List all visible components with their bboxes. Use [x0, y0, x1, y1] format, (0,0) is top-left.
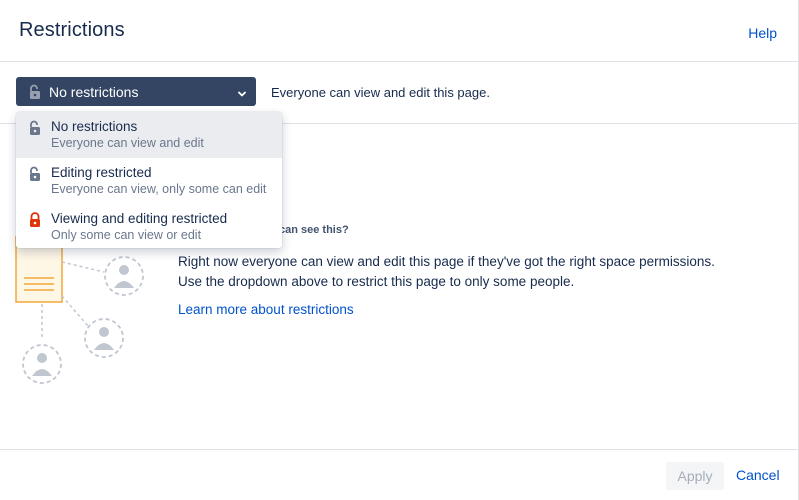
restriction-description: Everyone can view and edit this page. [271, 85, 490, 100]
restriction-select[interactable]: No restrictions [16, 77, 256, 106]
explanation-line-2: Use the dropdown above to restrict this … [178, 274, 575, 289]
chevron-down-icon [237, 86, 247, 97]
cancel-button[interactable]: Cancel [736, 467, 780, 483]
menu-item-sublabel: Everyone can view, only some can edit [51, 182, 267, 196]
who-can-see-heading: can see this? [279, 224, 349, 236]
menu-item-label: No restrictions [51, 119, 138, 134]
unlocked-icon [28, 120, 42, 136]
help-link[interactable]: Help [748, 25, 777, 41]
restriction-dropdown-menu: No restrictions Everyone can view and ed… [16, 112, 282, 248]
unlocked-icon [28, 166, 42, 182]
menu-item-sublabel: Everyone can view and edit [51, 136, 204, 150]
dialog-footer: Apply Cancel [0, 449, 798, 500]
menu-item-label: Editing restricted [51, 165, 152, 180]
explanation-line-1: Right now everyone can view and edit thi… [178, 254, 715, 269]
menu-item-viewing-editing-restricted[interactable]: Viewing and editing restricted Only some… [16, 204, 282, 250]
restriction-select-value: No restrictions [49, 83, 139, 100]
dialog-header: Restrictions Help [0, 0, 798, 62]
menu-item-editing-restricted[interactable]: Editing restricted Everyone can view, on… [16, 158, 282, 204]
apply-button[interactable]: Apply [666, 462, 724, 490]
restrictions-dialog: Restrictions Help No restrictions Everyo… [0, 0, 799, 500]
restrictions-explanation: Right now everyone can view and edit thi… [178, 252, 758, 292]
learn-more-link[interactable]: Learn more about restrictions [178, 302, 354, 317]
menu-item-sublabel: Only some can view or edit [51, 228, 202, 242]
people-illustration [12, 235, 162, 386]
unlocked-icon [27, 84, 43, 100]
dialog-title: Restrictions [19, 19, 125, 41]
menu-item-label: Viewing and editing restricted [51, 211, 228, 226]
locked-icon [28, 212, 42, 228]
menu-item-no-restrictions[interactable]: No restrictions Everyone can view and ed… [16, 112, 282, 158]
